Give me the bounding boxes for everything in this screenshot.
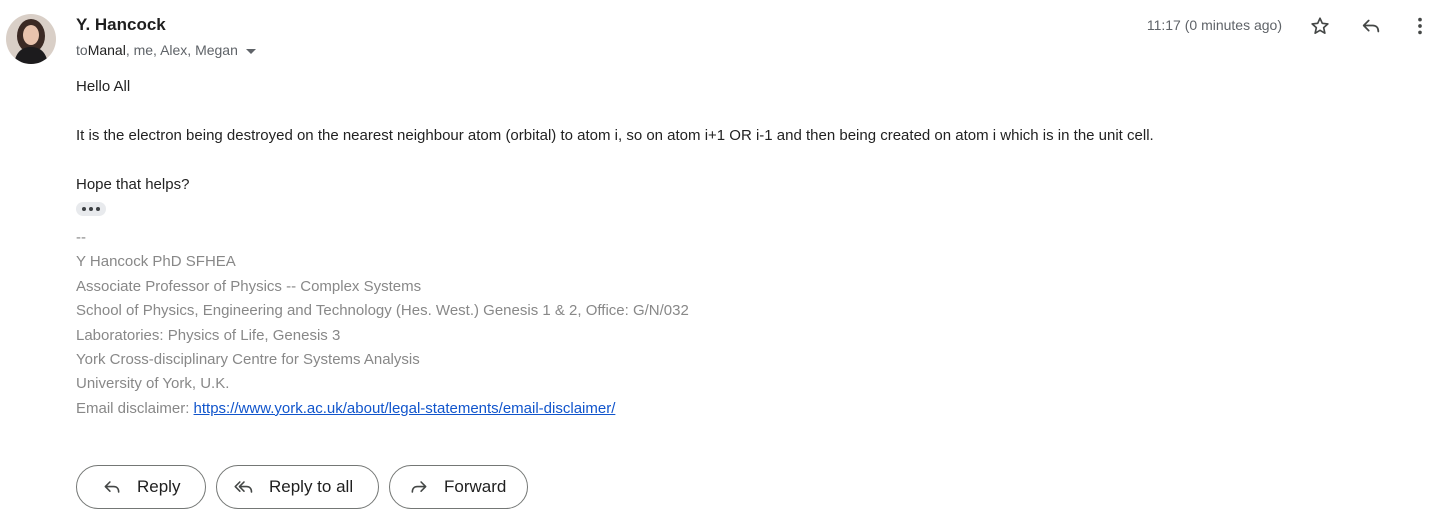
signature-line: York Cross-disciplinary Centre for Syste… (76, 351, 420, 369)
recipients-rest: , me, Alex, Megan (125, 42, 238, 58)
timestamp: 11:17 (0 minutes ago) (1146, 17, 1282, 33)
body-paragraph: It is the electron being destroyed on th… (76, 127, 1154, 144)
reply-all-button[interactable]: Reply to all (216, 465, 379, 509)
signature: -- Y Hancock PhD SFHEA Associate Profess… (76, 226, 689, 421)
disclaimer-label: Email disclaimer: (76, 399, 194, 417)
signature-separator: -- (76, 229, 86, 246)
reply-label: Reply (137, 477, 181, 496)
reply-icon (101, 476, 123, 498)
signature-line: Associate Professor of Physics -- Comple… (76, 277, 422, 295)
recipients-line: to Manal , me, Alex, Megan (76, 42, 256, 58)
recipients-prefix: to (76, 42, 88, 58)
signature-line: University of York, U.K. (76, 375, 230, 393)
show-trimmed-content-button[interactable] (76, 202, 106, 216)
reply-button[interactable]: Reply (76, 465, 206, 509)
forward-icon (408, 476, 430, 498)
forward-label: Forward (444, 477, 507, 496)
signature-line: School of Physics, Engineering and Techn… (76, 302, 689, 320)
recipient-first: Manal (87, 42, 126, 58)
disclaimer-link[interactable]: https://www.york.ac.uk/about/legal-state… (194, 400, 616, 417)
message-body: Hello All It is the electron being destr… (76, 77, 1416, 194)
signature-line: Y Hancock PhD SFHEA (76, 253, 236, 271)
chevron-down-icon[interactable] (245, 48, 256, 54)
closing: Hope that helps? (76, 176, 190, 193)
avatar[interactable] (6, 14, 56, 64)
disclaimer-line: Email disclaimer: https://www.york.ac.uk… (76, 397, 689, 421)
sender-name[interactable]: Y. Hancock (76, 15, 166, 35)
forward-button[interactable]: Forward (389, 465, 528, 509)
star-icon[interactable] (1308, 14, 1332, 38)
reply-all-icon (233, 476, 255, 498)
greeting: Hello All (76, 78, 131, 95)
reply-icon[interactable] (1359, 14, 1383, 38)
signature-line: Laboratories: Physics of Life, Genesis 3 (76, 326, 341, 344)
reply-all-label: Reply to all (269, 477, 354, 496)
more-vert-icon[interactable] (1408, 14, 1432, 38)
